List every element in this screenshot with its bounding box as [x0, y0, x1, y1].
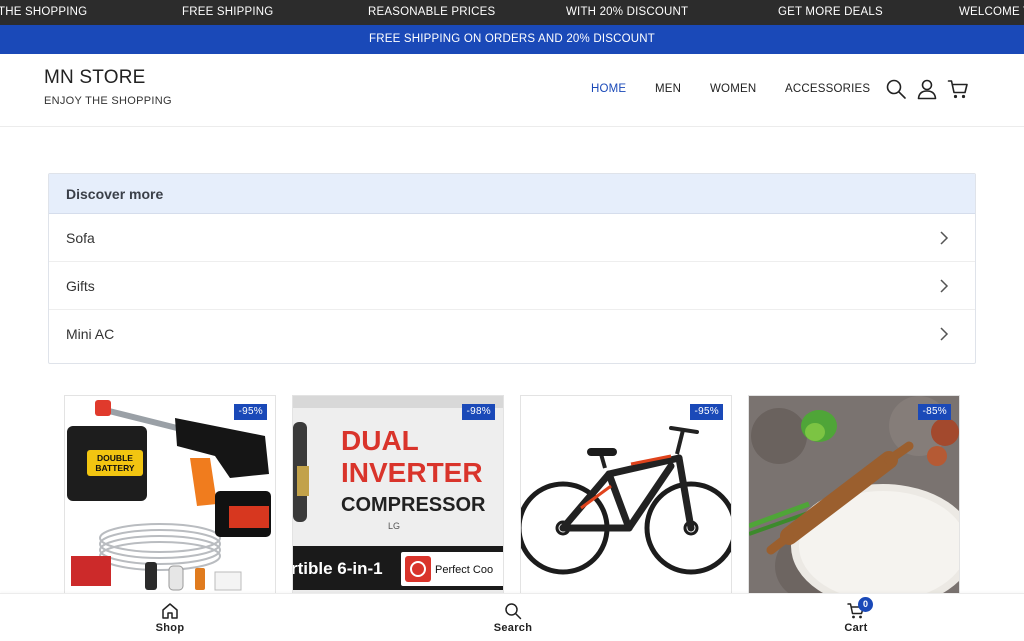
- bottom-nav-label: Cart: [844, 622, 868, 634]
- discover-item-gifts[interactable]: Gifts: [49, 262, 975, 310]
- svg-text:COMPRESSOR: COMPRESSOR: [341, 494, 486, 516]
- discover-more-title: Discover more: [49, 174, 975, 214]
- site-header: MN STORE ENJOY THE SHOPPING HOME MEN WOM…: [0, 54, 1024, 127]
- discount-badge: -98%: [462, 404, 495, 420]
- cart-count-badge: 0: [858, 597, 873, 612]
- marquee-text: WELCOME THE: [959, 6, 1024, 18]
- nav-men[interactable]: MEN: [655, 83, 681, 95]
- user-icon[interactable]: [916, 78, 938, 100]
- svg-text:Perfect Coo: Perfect Coo: [435, 564, 493, 576]
- svg-text:DUAL: DUAL: [341, 425, 419, 456]
- bottom-nav-cart[interactable]: 0 Cart: [796, 594, 916, 641]
- discover-item-sofa[interactable]: Sofa: [49, 214, 975, 262]
- discount-badge: -95%: [690, 404, 723, 420]
- svg-text:rtible 6-in-1: rtible 6-in-1: [293, 559, 383, 578]
- bottom-nav-shop[interactable]: Shop: [110, 594, 230, 641]
- discount-badge: -95%: [234, 404, 267, 420]
- svg-text:BATTERY: BATTERY: [95, 463, 135, 473]
- product-image-rolling-pin: [749, 396, 959, 594]
- bottom-nav-search[interactable]: Search: [453, 594, 573, 641]
- store-logo[interactable]: MN STORE: [44, 67, 146, 89]
- discover-item-label: Mini AC: [66, 326, 115, 342]
- discount-badge: -85%: [918, 404, 951, 420]
- nav-women[interactable]: WOMEN: [710, 83, 756, 95]
- cart-icon[interactable]: [947, 78, 969, 100]
- product-image-bicycle: [521, 396, 731, 594]
- store-tagline: ENJOY THE SHOPPING: [44, 95, 172, 107]
- discover-item-mini-ac[interactable]: Mini AC: [49, 310, 975, 358]
- promo-bar: FREE SHIPPING ON ORDERS AND 20% DISCOUNT: [0, 25, 1024, 54]
- chevron-right-icon: [940, 327, 949, 341]
- bottom-nav-label: Search: [493, 622, 533, 634]
- marquee-bar: THE SHOPPING FREE SHIPPING REASONABLE PR…: [0, 0, 1024, 25]
- marquee-text: FREE SHIPPING: [182, 6, 274, 18]
- chevron-right-icon: [940, 279, 949, 293]
- chevron-right-icon: [940, 231, 949, 245]
- search-icon[interactable]: [885, 78, 907, 100]
- product-card[interactable]: -95%: [520, 395, 732, 595]
- marquee-text: GET MORE DEALS: [778, 6, 883, 18]
- marquee-text: REASONABLE PRICES: [368, 6, 496, 18]
- svg-text:DOUBLE: DOUBLE: [97, 453, 133, 463]
- product-card[interactable]: -85%: [748, 395, 960, 595]
- svg-text:LG: LG: [388, 521, 400, 531]
- product-card[interactable]: DOUBLE BATTERY -95%: [64, 395, 276, 595]
- nav-home[interactable]: HOME: [591, 83, 626, 95]
- discover-item-label: Sofa: [66, 230, 95, 246]
- discover-more-panel: Discover more Sofa Gifts Mini AC: [48, 173, 976, 364]
- bottom-navigation: Shop Search 0 Cart: [0, 593, 1024, 640]
- search-icon: [505, 603, 522, 620]
- nav-accessories[interactable]: ACCESSORIES: [785, 83, 870, 95]
- discover-item-label: Gifts: [66, 278, 95, 294]
- bottom-nav-label: Shop: [155, 622, 185, 634]
- product-image-inverter-ac: DUAL INVERTER COMPRESSOR LG rtible 6-in-…: [293, 396, 503, 594]
- svg-text:INVERTER: INVERTER: [341, 457, 483, 488]
- product-image-pressure-washer: DOUBLE BATTERY: [65, 396, 275, 594]
- product-card[interactable]: DUAL INVERTER COMPRESSOR LG rtible 6-in-…: [292, 395, 504, 595]
- marquee-text: WITH 20% DISCOUNT: [566, 6, 689, 18]
- marquee-text: THE SHOPPING: [0, 6, 88, 18]
- home-icon: [162, 603, 178, 619]
